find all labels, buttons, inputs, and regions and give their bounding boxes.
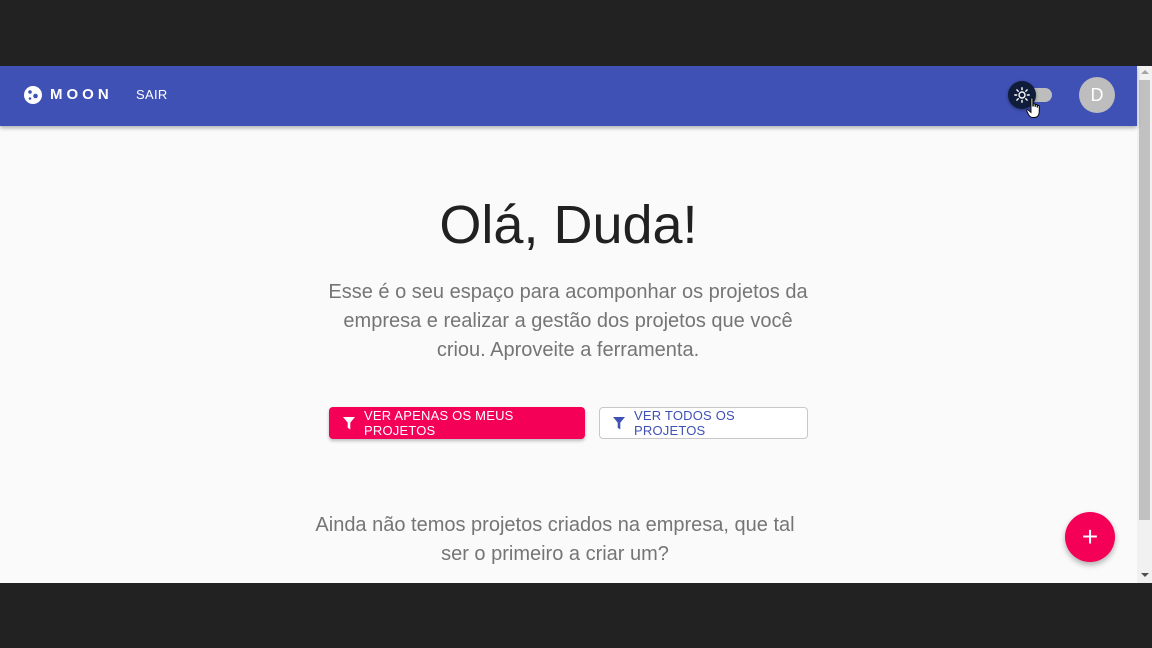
filter-icon <box>613 416 625 429</box>
user-avatar[interactable]: D <box>1079 77 1115 113</box>
app-bar: MOON SAIR D <box>0 66 1137 126</box>
my-projects-filter-button[interactable]: VER APENAS OS MEUS PROJETOS <box>329 407 585 439</box>
brand-name[interactable]: MOON <box>50 86 113 104</box>
logout-button[interactable]: SAIR <box>128 81 176 109</box>
vertical-scrollbar[interactable] <box>1137 66 1152 583</box>
scroll-down-arrow-icon[interactable] <box>1141 573 1149 577</box>
filter-icon <box>343 416 355 429</box>
moon-logo-icon <box>24 86 42 104</box>
page-title: Olá, Duda! <box>439 195 698 255</box>
add-project-button[interactable]: + <box>1065 512 1115 562</box>
my-projects-filter-label: VER APENAS OS MEUS PROJETOS <box>364 408 514 438</box>
empty-state-message: Ainda não temos projetos criados na empr… <box>315 514 795 565</box>
hand-cursor-icon <box>1026 97 1040 118</box>
scrollbar-thumb[interactable] <box>1139 80 1150 520</box>
all-projects-filter-label: VER TODOS OS PROJETOS <box>634 408 735 438</box>
page-subtitle: Esse é o seu espaço para acomponhar os p… <box>328 281 808 361</box>
scroll-up-arrow-icon[interactable] <box>1141 70 1149 74</box>
browser-viewport: MOON SAIR D Olá, Duda! Esse é o seu espa… <box>0 66 1152 583</box>
all-projects-filter-button[interactable]: VER TODOS OS PROJETOS <box>599 407 808 439</box>
